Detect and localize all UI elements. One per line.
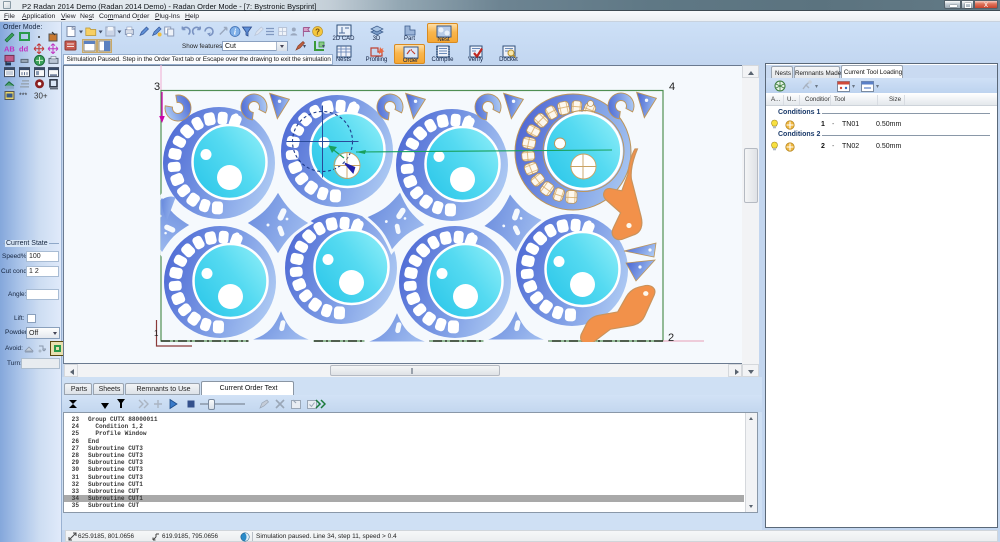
- svg-text:4: 4: [669, 81, 675, 93]
- svg-text:?: ?: [315, 28, 320, 37]
- svg-text:2: 2: [668, 332, 674, 344]
- svg-text:30+: 30+: [34, 92, 48, 101]
- svg-text:***: ***: [19, 93, 27, 100]
- svg-text:dd: dd: [19, 45, 29, 54]
- svg-text:AB: AB: [4, 45, 15, 54]
- svg-text:1: 1: [154, 329, 159, 338]
- svg-text:3: 3: [154, 81, 160, 93]
